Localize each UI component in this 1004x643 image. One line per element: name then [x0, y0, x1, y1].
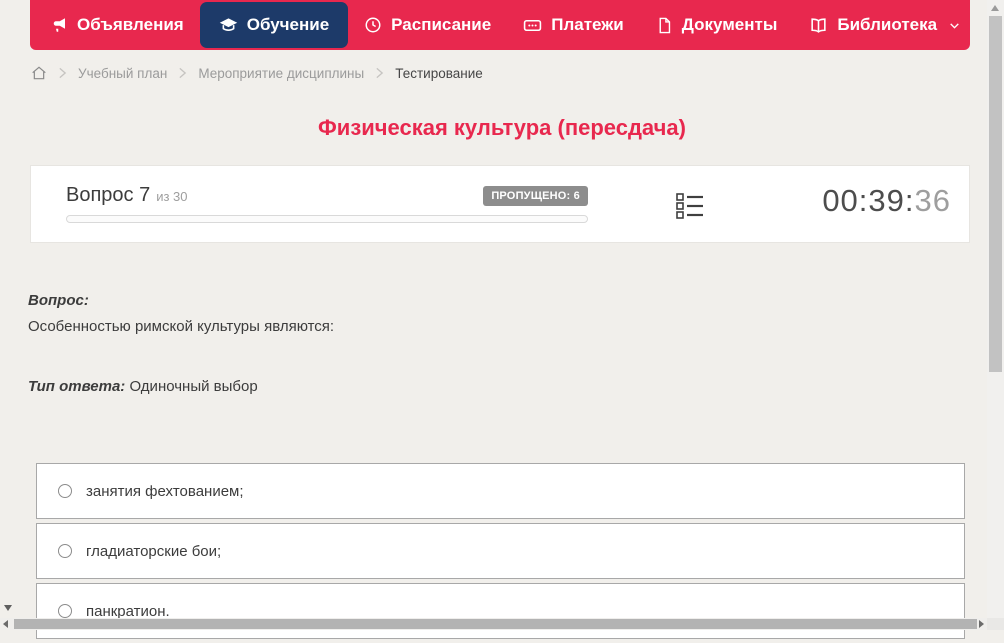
nav-item-label: Платежи — [551, 15, 624, 34]
skipped-badge: ПРОПУЩЕНО: 6 — [483, 185, 588, 206]
breadcrumb-separator-icon — [58, 67, 67, 79]
nav-item-documents[interactable]: Документы — [640, 0, 794, 50]
megaphone-icon — [50, 16, 68, 34]
question-progress-bar — [66, 215, 588, 223]
scrollbar-corner — [987, 618, 1004, 630]
answer-options-list: занятия фехтованием; гладиаторские бои; … — [36, 463, 965, 643]
breadcrumb-link-curriculum[interactable]: Учебный план — [78, 66, 167, 81]
breadcrumb: Учебный план Мероприятие дисциплины Тест… — [31, 62, 483, 84]
answer-type-label: Тип ответа: — [28, 378, 126, 395]
question-header-card: Вопрос 7 из 30 ПРОПУЩЕНО: 6 00:39:36 — [30, 165, 970, 243]
wallet-icon — [523, 16, 542, 35]
nav-item-label: Объявления — [77, 15, 184, 34]
nav-item-label: Библиотека — [837, 15, 938, 34]
nav-item-library[interactable]: Библиотека — [793, 0, 977, 50]
vertical-scrollbar-thumb[interactable] — [989, 16, 1002, 372]
nav-item-label: Документы — [681, 15, 778, 34]
nav-item-label: Расписание — [391, 15, 492, 34]
question-list-button[interactable] — [676, 192, 704, 220]
radio-button[interactable] — [58, 544, 72, 558]
page-title: Физическая культура (пересдача) — [318, 115, 686, 140]
question-progress-row: Вопрос 7 из 30 ПРОПУЩЕНО: 6 — [66, 184, 588, 207]
nav-item-announcements[interactable]: Объявления — [34, 0, 200, 50]
scroll-right-arrow-icon[interactable] — [979, 620, 984, 628]
question-list-icon — [676, 193, 704, 224]
horizontal-scrollbar[interactable] — [0, 618, 987, 630]
breadcrumb-link-discipline-event[interactable]: Мероприятие дисциплины — [198, 66, 364, 81]
chevron-down-icon — [948, 19, 961, 32]
answer-type-row: Тип ответа: Одиночный выбор — [28, 378, 258, 395]
answer-option-label: панкратион. — [86, 602, 170, 620]
breadcrumb-separator-icon — [375, 67, 384, 79]
document-icon — [656, 17, 673, 34]
horizontal-scrollbar-thumb[interactable] — [14, 619, 977, 629]
scroll-down-arrow-icon[interactable] — [4, 605, 12, 611]
vertical-scrollbar[interactable] — [987, 0, 1004, 618]
home-icon[interactable] — [31, 65, 47, 81]
top-navigation-bar: Объявления Обучение Расписание Платежи Д… — [30, 0, 970, 50]
answer-option-1[interactable]: занятия фехтованием; — [36, 463, 965, 519]
question-total: из 30 — [156, 189, 188, 204]
clock-icon — [364, 16, 382, 34]
nav-item-label: Обучение — [246, 15, 330, 34]
radio-button[interactable] — [58, 604, 72, 618]
scroll-left-arrow-icon[interactable] — [3, 620, 8, 628]
question-text: Особенностью римской культуры являются: — [28, 318, 335, 335]
question-label: Вопрос: — [28, 292, 89, 309]
nav-item-payments[interactable]: Платежи — [507, 0, 640, 50]
answer-type-value: Одиночный выбор — [129, 378, 258, 395]
answer-option-label: гладиаторские бои; — [86, 542, 222, 560]
question-counter: Вопрос 7 из 30 — [66, 184, 188, 207]
radio-button[interactable] — [58, 484, 72, 498]
nav-item-schedule[interactable]: Расписание — [348, 0, 507, 50]
timer-seconds: 36 — [914, 183, 951, 218]
timer: 00:39:36 — [822, 183, 951, 219]
nav-item-learning[interactable]: Обучение — [199, 2, 349, 48]
answer-option-3[interactable]: панкратион. — [36, 583, 965, 639]
answer-option-label: занятия фехтованием; — [86, 482, 244, 500]
question-number: Вопрос 7 — [66, 184, 151, 206]
graduation-cap-icon — [219, 16, 238, 35]
breadcrumb-current-testing: Тестирование — [395, 65, 483, 81]
breadcrumb-separator-icon — [178, 67, 187, 79]
book-icon — [809, 16, 828, 35]
timer-main: 00:39: — [822, 183, 915, 218]
answer-option-2[interactable]: гладиаторские бои; — [36, 523, 965, 579]
scroll-up-arrow-icon[interactable] — [991, 5, 999, 11]
